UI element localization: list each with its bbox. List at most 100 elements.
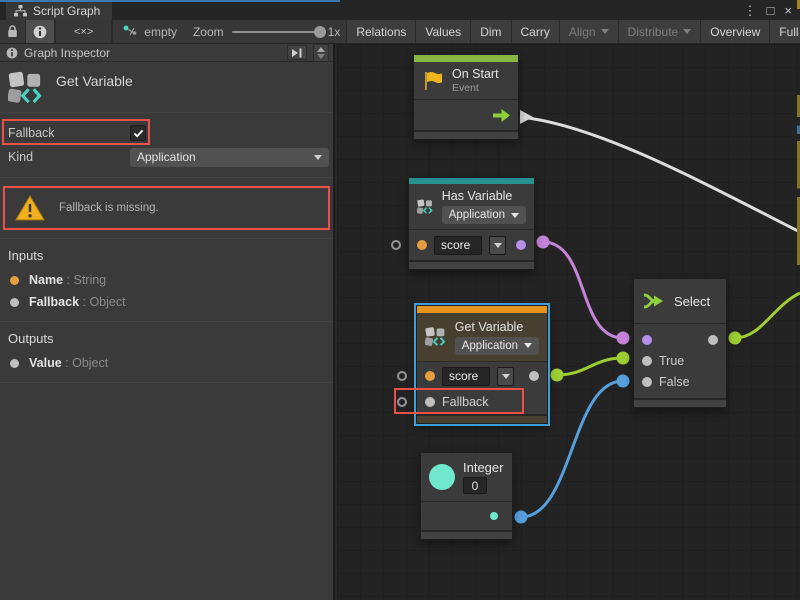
close-icon[interactable]: ×: [784, 4, 792, 17]
port-dot-orange: [10, 276, 19, 285]
node-get-variable[interactable]: Get Variable Application score Fallback: [416, 305, 548, 424]
zoom-slider[interactable]: [232, 31, 320, 33]
connection-target-ring[interactable]: [397, 371, 407, 381]
port-name: Name: [29, 273, 63, 287]
kind-dropdown[interactable]: Application: [455, 337, 539, 355]
node-header: Select: [634, 279, 726, 323]
zoom-slider-handle[interactable]: [314, 26, 326, 38]
carry-button[interactable]: Carry: [511, 20, 559, 43]
node-header: Get Variable Application: [417, 313, 547, 361]
port-dot-gray: [10, 298, 19, 307]
wire-getvariable-to-true[interactable]: [557, 358, 623, 375]
code-icon: <×>: [74, 26, 93, 38]
wire-endpoint-purple: [617, 332, 630, 345]
variables-icon: [425, 324, 447, 350]
integer-literal-icon: [429, 464, 455, 490]
code-view-button[interactable]: <×>: [56, 20, 112, 43]
fallback-property-row: Fallback: [0, 121, 333, 145]
dim-button[interactable]: Dim: [470, 20, 510, 43]
scroll-down-icon[interactable]: [317, 54, 325, 59]
condition-port-row: [634, 329, 726, 350]
info-icon: [6, 47, 18, 59]
relations-button[interactable]: Relations: [346, 20, 415, 43]
kind-dropdown[interactable]: Application: [130, 148, 329, 167]
dock-panel-button[interactable]: [287, 45, 307, 60]
integer-output-port[interactable]: [490, 512, 498, 520]
true-input-port[interactable]: [642, 356, 652, 366]
node-subtitle: Event: [452, 82, 499, 94]
distribute-button[interactable]: Distribute: [618, 20, 701, 43]
node-select[interactable]: Select True False: [633, 278, 727, 408]
node-footer: [421, 530, 512, 539]
overview-button[interactable]: Overview: [700, 20, 769, 43]
value-output-port[interactable]: [529, 371, 539, 381]
selection-output-port[interactable]: [708, 335, 718, 345]
name-port-row: score: [417, 362, 547, 390]
connection-target-ring[interactable]: [391, 240, 401, 250]
node-on-start[interactable]: On Start Event: [413, 54, 519, 140]
input-port-row: Name : String: [0, 269, 333, 291]
inspector-toggle-button[interactable]: [26, 20, 55, 43]
toolbar-commands: Relations Values Dim Carry Align Distrib…: [346, 20, 800, 43]
empty-label: empty: [144, 25, 177, 39]
name-input-port[interactable]: [425, 371, 435, 381]
node-integer[interactable]: Integer 0: [420, 452, 513, 540]
window-menu-icon[interactable]: ⋮: [744, 4, 757, 17]
node-footer: [634, 398, 726, 407]
condition-input-port[interactable]: [642, 335, 652, 345]
graph-canvas[interactable]: On Start Event Has Variable: [337, 44, 800, 600]
lock-icon: [7, 25, 18, 38]
kind-dropdown[interactable]: Application: [442, 206, 526, 224]
fallback-checkbox[interactable]: [130, 125, 146, 141]
align-button[interactable]: Align: [559, 20, 618, 43]
output-port-row: [421, 502, 512, 530]
node-footer: [409, 260, 534, 269]
wire-endpoint-blue: [617, 375, 630, 388]
port-type: : Object: [65, 356, 108, 370]
node-footer: [417, 414, 547, 423]
outputs-section-title: Outputs: [0, 322, 333, 352]
variable-name-field[interactable]: score: [442, 367, 490, 386]
wire-hasvariable-to-select[interactable]: [543, 242, 623, 338]
output-port-row: Value : Object: [0, 352, 333, 374]
node-has-variable[interactable]: Has Variable Application score: [408, 177, 535, 270]
wire-select-output[interactable]: [735, 293, 800, 338]
maximize-icon[interactable]: □: [767, 4, 775, 17]
port-type: : Object: [83, 295, 126, 309]
inspector-scroll-arrows[interactable]: [313, 44, 329, 62]
trigger-port-icon[interactable]: [493, 109, 510, 122]
fullscreen-button[interactable]: Full Screen: [769, 20, 800, 43]
false-input-port[interactable]: [642, 377, 652, 387]
fallback-input-port[interactable]: [425, 397, 435, 407]
node-footer: [414, 130, 518, 139]
variables-icon: [8, 71, 44, 105]
variable-name-dropdown-button[interactable]: [497, 367, 514, 386]
variable-name-field[interactable]: score: [434, 236, 482, 255]
chevron-down-icon: [601, 29, 609, 34]
scroll-up-icon[interactable]: [317, 47, 325, 52]
result-output-port[interactable]: [516, 240, 526, 250]
variable-name-dropdown-button[interactable]: [489, 236, 506, 255]
connection-target-ring[interactable]: [397, 397, 407, 407]
warning-icon: [15, 195, 45, 221]
graph-hierarchy-icon: [14, 5, 27, 17]
chevron-down-icon: [683, 29, 691, 34]
wire-onstart[interactable]: [520, 117, 800, 232]
integer-value-field[interactable]: 0: [463, 477, 487, 494]
graph-pointer-status: empty: [113, 20, 187, 43]
lock-button[interactable]: [0, 20, 26, 43]
chevron-down-icon: [511, 213, 519, 218]
node-header: On Start Event: [414, 62, 518, 99]
false-port-label: False: [659, 375, 690, 389]
flag-icon: [422, 70, 444, 92]
name-input-port[interactable]: [417, 240, 427, 250]
dock-panel-icon: [291, 48, 303, 58]
kind-value: Application: [137, 150, 308, 164]
kind-property-row: Kind Application: [0, 145, 333, 169]
values-button[interactable]: Values: [415, 20, 470, 43]
divider: [0, 177, 333, 178]
tab-script-graph[interactable]: Script Graph: [6, 2, 112, 20]
graph-toolbar: <×> empty Zoom 1x Relations Values Dim C…: [0, 20, 800, 44]
false-port-row: False: [634, 371, 726, 392]
true-port-label: True: [659, 354, 684, 368]
